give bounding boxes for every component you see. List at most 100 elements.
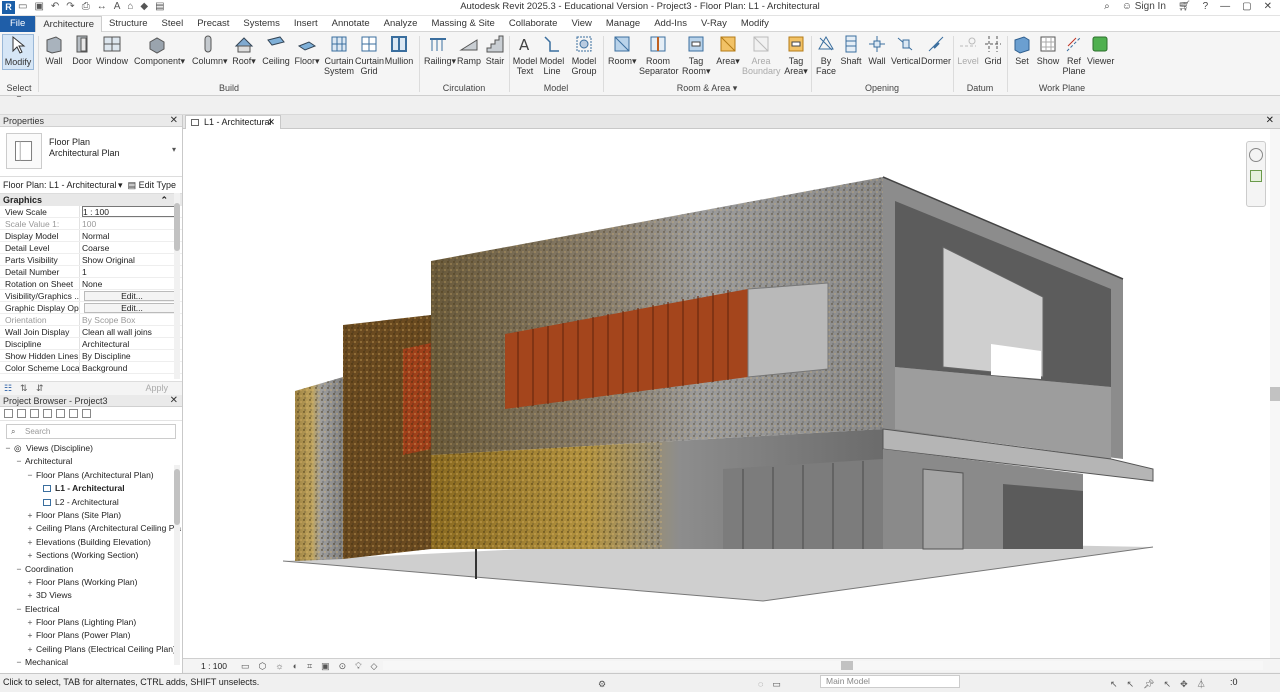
- tab-systems[interactable]: Systems: [236, 16, 286, 32]
- prop-row[interactable]: Show Hidden Lines By Discipline: [0, 350, 182, 362]
- close-icon[interactable]: ✕: [1266, 115, 1274, 126]
- column-button[interactable]: Column▾: [192, 34, 228, 66]
- tree-node[interactable]: + Floor Plans (Power Plan): [0, 629, 182, 642]
- dormer-button[interactable]: Dormer: [921, 34, 951, 66]
- tab-annotate[interactable]: Annotate: [325, 16, 377, 32]
- ramp-button[interactable]: Ramp: [456, 34, 482, 66]
- prop-row[interactable]: Detail Number 1: [0, 266, 182, 278]
- tree-node[interactable]: − Floor Plans (Architectural Plan): [0, 469, 182, 482]
- search-icon[interactable]: ⌕: [1104, 1, 1110, 12]
- window-button[interactable]: Window: [96, 34, 128, 66]
- show-button[interactable]: Show: [1036, 34, 1060, 66]
- component-button[interactable]: Component▾: [134, 34, 185, 66]
- curtain-system-button[interactable]: Curtain System: [324, 34, 354, 76]
- tree-node[interactable]: + Sections (Working Section): [0, 549, 182, 562]
- edit-type-button[interactable]: ▤ Edit Type: [128, 177, 176, 194]
- grid-button[interactable]: Grid: [982, 34, 1004, 66]
- by-face-button[interactable]: By Face: [815, 34, 837, 76]
- expand-icon[interactable]: +: [26, 536, 34, 549]
- vertical-button[interactable]: Vertical: [891, 34, 921, 66]
- prop-row[interactable]: Rotation on Sheet None: [0, 278, 182, 290]
- show-crop-icon[interactable]: ▣: [321, 661, 330, 672]
- tab-add-ins[interactable]: Add-Ins: [647, 16, 694, 32]
- tab-architecture[interactable]: Architecture: [35, 15, 102, 32]
- area-boundary-button[interactable]: Area Boundary: [742, 34, 781, 76]
- expand-icon[interactable]: +: [26, 509, 34, 522]
- expand-icon[interactable]: +: [26, 549, 34, 562]
- browser-scrollbar[interactable]: [174, 465, 180, 665]
- canvas-scrollbar-vertical[interactable]: [1270, 129, 1280, 658]
- prop-row[interactable]: Parts Visibility Show Original: [0, 254, 182, 266]
- tree-node[interactable]: − Coordination: [0, 563, 182, 576]
- sheet-icon[interactable]: [30, 409, 39, 418]
- family-icon[interactable]: [56, 409, 65, 418]
- tree-node[interactable]: + Ceiling Plans (Architectural Ceiling Pl…: [0, 522, 182, 535]
- tag-area-button[interactable]: Tag Area▾: [784, 34, 808, 76]
- schedule-icon[interactable]: [43, 409, 52, 418]
- expand-icon[interactable]: +: [26, 576, 34, 589]
- floor-button[interactable]: Floor▾: [294, 34, 320, 66]
- tag-room-button[interactable]: Tag Room▾: [682, 34, 711, 76]
- level-button[interactable]: Level: [957, 34, 979, 66]
- tab-manage[interactable]: Manage: [599, 16, 647, 32]
- tree-node[interactable]: − Architectural: [0, 455, 182, 468]
- group-icon[interactable]: [69, 409, 78, 418]
- prop-row[interactable]: Wall Join Display Clean all wall joins: [0, 326, 182, 338]
- home-icon[interactable]: [4, 409, 13, 418]
- minimize-icon[interactable]: —: [1220, 1, 1230, 12]
- collapse-icon[interactable]: −: [15, 656, 23, 669]
- tree-node[interactable]: − Electrical: [0, 603, 182, 616]
- viewer-button[interactable]: Viewer: [1087, 34, 1114, 66]
- detail-level-icon[interactable]: ▭: [241, 661, 250, 672]
- temporary-hide-icon[interactable]: ⊙: [339, 661, 347, 672]
- sort-desc-icon[interactable]: ⇵: [36, 383, 44, 394]
- maximize-icon[interactable]: ▢: [1242, 1, 1251, 12]
- properties-scrollbar[interactable]: [174, 193, 180, 379]
- tree-node[interactable]: L1 - Architectural: [0, 482, 182, 495]
- tree-node[interactable]: − Mechanical: [0, 656, 182, 669]
- tab-precast[interactable]: Precast: [190, 16, 236, 32]
- shadows-icon[interactable]: ◐: [293, 661, 298, 672]
- wall-button[interactable]: Wall: [42, 34, 66, 66]
- tab-massing-site[interactable]: Massing & Site: [424, 16, 501, 32]
- visibility-graphics-edit-button[interactable]: Edit...: [84, 291, 180, 301]
- search-input[interactable]: ⌕ Search: [6, 424, 176, 439]
- shaft-button[interactable]: Shaft: [840, 34, 862, 66]
- tab-insert[interactable]: Insert: [287, 16, 325, 32]
- tab-modify[interactable]: Modify: [734, 16, 776, 32]
- prop-row[interactable]: Color Scheme Loca... Background: [0, 362, 182, 374]
- view-scale-label[interactable]: 1 : 100: [201, 661, 227, 671]
- zoom-icon[interactable]: [1250, 170, 1262, 182]
- tab-steel[interactable]: Steel: [155, 16, 191, 32]
- graphics-section[interactable]: Graphics ⌃: [0, 194, 182, 206]
- ceiling-button[interactable]: Ceiling: [262, 34, 290, 66]
- graphic-display-edit-button[interactable]: Edit...: [84, 303, 180, 313]
- curtain-grid-button[interactable]: Curtain Grid: [355, 34, 384, 76]
- close-icon[interactable]: ✕: [170, 395, 178, 407]
- wall-opening-button[interactable]: Wall: [866, 34, 888, 66]
- stair-button[interactable]: Stair: [484, 34, 506, 66]
- analytical-model-icon[interactable]: ◇: [371, 661, 378, 672]
- sign-in-link[interactable]: ☺ Sign In: [1122, 1, 1166, 12]
- tab-view[interactable]: View: [564, 16, 598, 32]
- expand-icon[interactable]: +: [26, 643, 34, 656]
- tab-collaborate[interactable]: Collaborate: [502, 16, 565, 32]
- prop-row[interactable]: Detail Level Coarse: [0, 242, 182, 254]
- tree-node[interactable]: + Ceiling Plans (Electrical Ceiling Plan): [0, 643, 182, 656]
- collapse-icon[interactable]: −: [26, 469, 34, 482]
- apply-button[interactable]: Apply: [145, 383, 168, 393]
- model-text-button[interactable]: A Model Text: [512, 34, 538, 76]
- properties-filter-icon[interactable]: ☷: [4, 383, 12, 394]
- set-button[interactable]: Set: [1011, 34, 1033, 66]
- railing-button[interactable]: Railing▾: [424, 34, 456, 66]
- steering-wheel-icon[interactable]: [1249, 148, 1263, 162]
- expand-icon[interactable]: +: [26, 522, 34, 535]
- drawing-canvas[interactable]: [183, 129, 1280, 658]
- folder-icon[interactable]: [17, 409, 26, 418]
- area-button[interactable]: Area▾: [716, 34, 740, 66]
- prop-row[interactable]: Discipline Architectural: [0, 338, 182, 350]
- tree-node[interactable]: + Elevations (Building Elevation): [0, 536, 182, 549]
- tree-node[interactable]: − ◎ Views (Discipline): [0, 442, 182, 455]
- modify-button[interactable]: Modify: [2, 34, 34, 70]
- room-area-group-label[interactable]: Room & Area ▾: [604, 83, 810, 94]
